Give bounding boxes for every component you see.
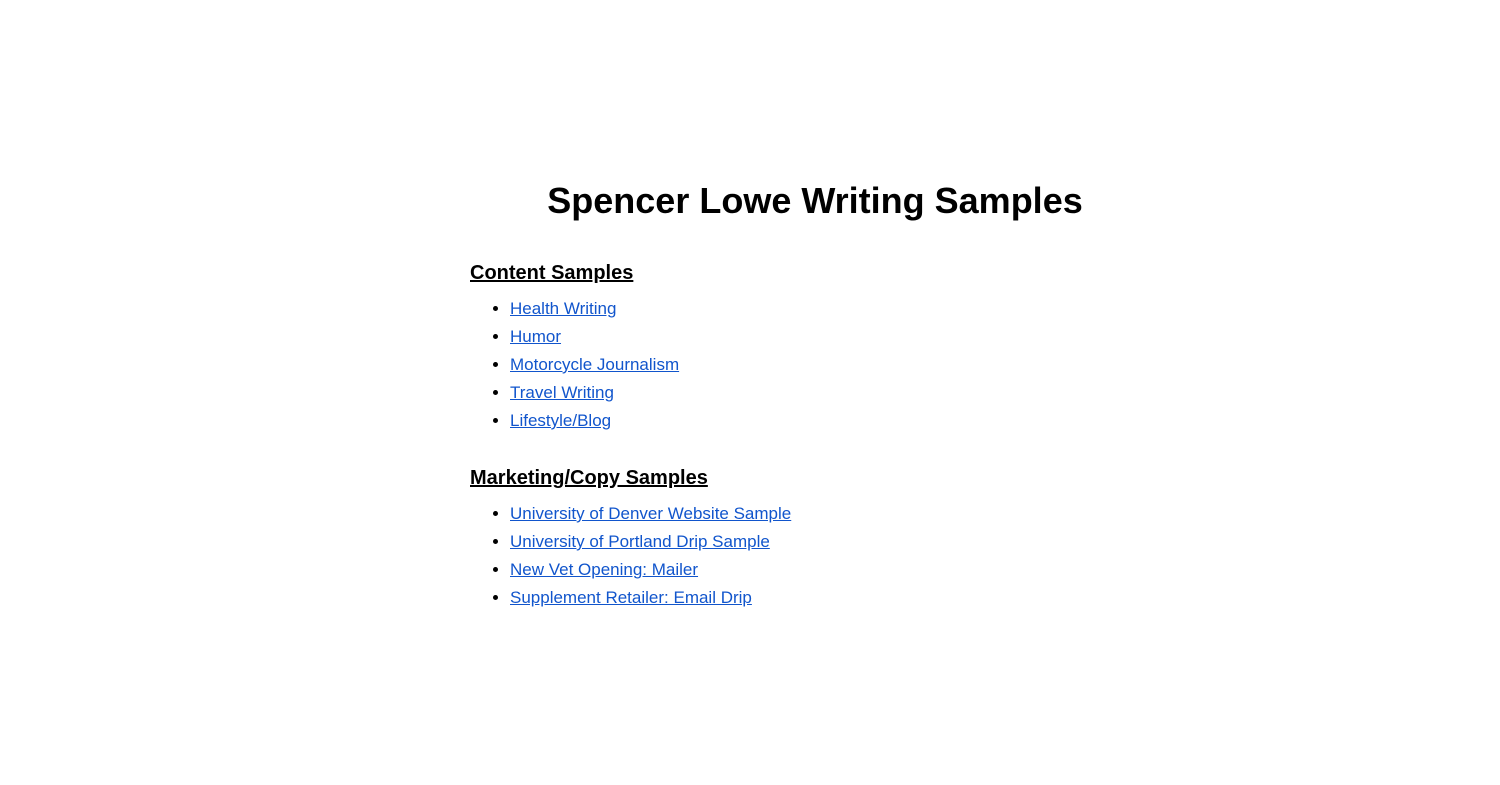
list-item: Health Writing [510,299,1160,319]
motorcycle-journalism-link[interactable]: Motorcycle Journalism [510,355,679,374]
content-samples-heading: Content Samples [470,262,1160,285]
list-item: Travel Writing [510,383,1160,403]
marketing-copy-section: Marketing/Copy Samples University of Den… [470,467,1160,608]
new-vet-opening-link[interactable]: New Vet Opening: Mailer [510,560,698,579]
list-item: New Vet Opening: Mailer [510,560,1160,580]
travel-writing-link[interactable]: Travel Writing [510,383,614,402]
health-writing-link[interactable]: Health Writing [510,299,616,318]
humor-link[interactable]: Humor [510,327,561,346]
list-item: Motorcycle Journalism [510,355,1160,375]
page-container: Spencer Lowe Writing Samples Content Sam… [300,0,1200,684]
supplement-retailer-link[interactable]: Supplement Retailer: Email Drip [510,588,752,607]
list-item: University of Denver Website Sample [510,504,1160,524]
university-of-denver-link[interactable]: University of Denver Website Sample [510,504,791,523]
list-item: University of Portland Drip Sample [510,532,1160,552]
list-item: Lifestyle/Blog [510,411,1160,431]
university-of-portland-link[interactable]: University of Portland Drip Sample [510,532,770,551]
page-title: Spencer Lowe Writing Samples [470,180,1160,222]
content-samples-section: Content Samples Health Writing Humor Mot… [470,262,1160,431]
list-item: Humor [510,327,1160,347]
list-item: Supplement Retailer: Email Drip [510,588,1160,608]
marketing-copy-heading: Marketing/Copy Samples [470,467,1160,490]
marketing-copy-list: University of Denver Website Sample Univ… [470,504,1160,608]
content-samples-list: Health Writing Humor Motorcycle Journali… [470,299,1160,431]
lifestyle-blog-link[interactable]: Lifestyle/Blog [510,411,611,430]
